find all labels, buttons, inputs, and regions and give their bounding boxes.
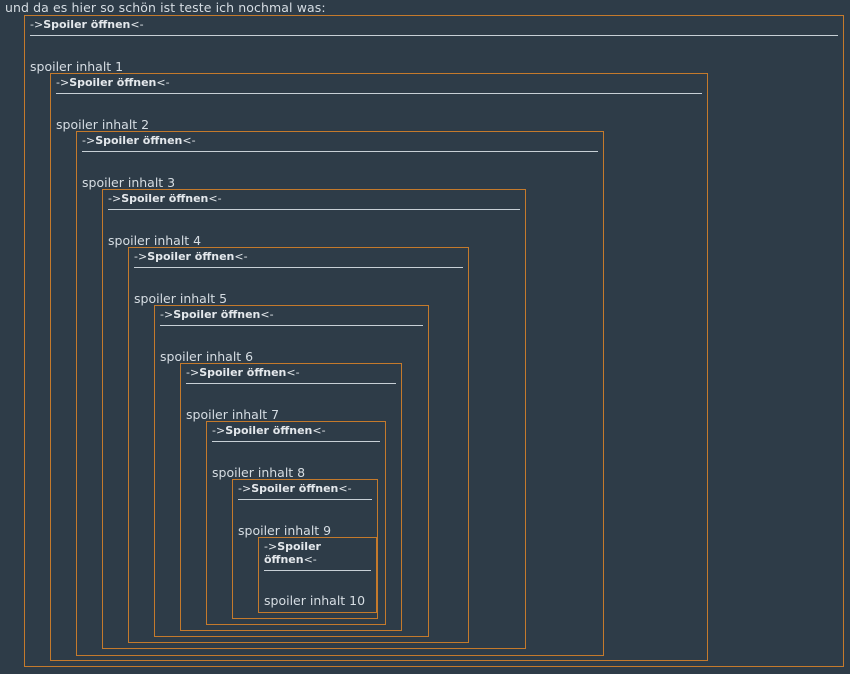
- spoiler-toggle-prefix: ->: [264, 540, 278, 553]
- spoiler-toggle-suffix: <-: [303, 553, 317, 566]
- spoiler-toggle-10[interactable]: ->Spoiler öffnen<-: [264, 540, 371, 571]
- spoiler-toggle-2[interactable]: ->Spoiler öffnen<-: [56, 76, 702, 94]
- spoiler-toggle-title: Spoiler öffnen: [95, 134, 183, 147]
- spoiler-toggle-title: Spoiler öffnen: [251, 482, 339, 495]
- spoiler-toggle-title: Spoiler öffnen: [121, 192, 209, 205]
- spoiler-toggle-title: Spoiler öffnen: [225, 424, 313, 437]
- spoiler-toggle-1[interactable]: ->Spoiler öffnen<-: [30, 18, 838, 36]
- spoiler-toggle-prefix: ->: [160, 308, 174, 321]
- spoiler-toggle-prefix: ->: [108, 192, 122, 205]
- spoiler-toggle-prefix: ->: [212, 424, 226, 437]
- spoiler-toggle-suffix: <-: [338, 482, 352, 495]
- spoiler-toggle-9[interactable]: ->Spoiler öffnen<-: [238, 482, 372, 500]
- spoiler-toggle-3[interactable]: ->Spoiler öffnen<-: [82, 134, 598, 152]
- spoiler-toggle-prefix: ->: [56, 76, 70, 89]
- spoiler-toggle-7[interactable]: ->Spoiler öffnen<-: [186, 366, 396, 384]
- spoiler-toggle-suffix: <-: [130, 18, 144, 31]
- spoiler-toggle-prefix: ->: [30, 18, 44, 31]
- spoiler-toggle-suffix: <-: [260, 308, 274, 321]
- spoiler-toggle-suffix: <-: [286, 366, 300, 379]
- spoiler-toggle-title: Spoiler öffnen: [173, 308, 261, 321]
- spoiler-toggle-4[interactable]: ->Spoiler öffnen<-: [108, 192, 520, 210]
- spoiler-content-10: spoiler inhalt 10: [264, 593, 366, 608]
- spoiler-toggle-5[interactable]: ->Spoiler öffnen<-: [134, 250, 463, 268]
- spoiler-toggle-8[interactable]: ->Spoiler öffnen<-: [212, 424, 380, 442]
- spoiler-toggle-suffix: <-: [312, 424, 326, 437]
- spoiler-toggle-suffix: <-: [234, 250, 248, 263]
- spoiler-toggle-suffix: <-: [208, 192, 222, 205]
- spoiler-toggle-title: Spoiler öffnen: [43, 18, 131, 31]
- spoiler-toggle-title: Spoiler öffnen: [69, 76, 157, 89]
- post-intro-text: und da es hier so schön ist teste ich no…: [5, 0, 326, 15]
- spoiler-toggle-prefix: ->: [134, 250, 148, 263]
- spoiler-toggle-title: Spoiler öffnen: [199, 366, 287, 379]
- spoiler-toggle-prefix: ->: [186, 366, 200, 379]
- spoiler-toggle-suffix: <-: [156, 76, 170, 89]
- spoiler-toggle-title: Spoiler öffnen: [147, 250, 235, 263]
- spoiler-toggle-prefix: ->: [238, 482, 252, 495]
- spoiler-toggle-suffix: <-: [182, 134, 196, 147]
- spoiler-toggle-prefix: ->: [82, 134, 96, 147]
- spoiler-box-10: ->Spoiler öffnen<- spoiler inhalt 10: [258, 537, 377, 613]
- spoiler-toggle-6[interactable]: ->Spoiler öffnen<-: [160, 308, 423, 326]
